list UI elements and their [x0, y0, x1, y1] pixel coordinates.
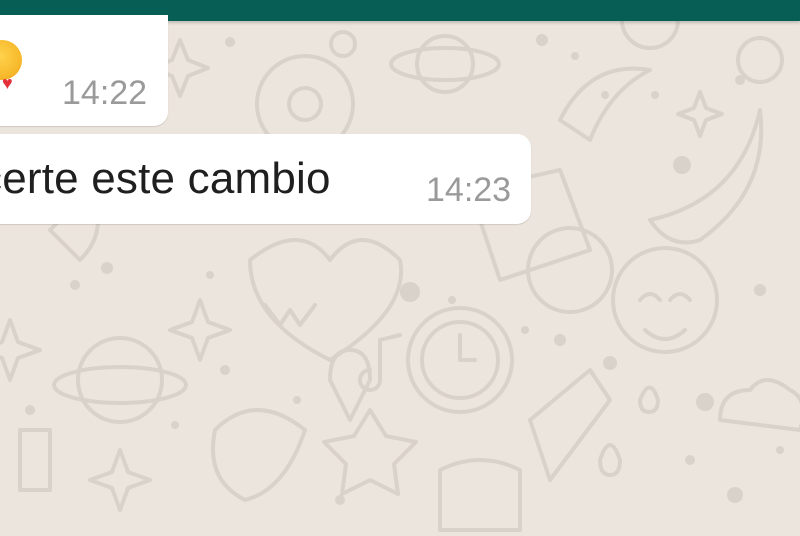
heart-icon: ♥ — [2, 73, 13, 93]
message-timestamp: 14:22 — [62, 74, 148, 112]
message-text: certe este cambio — [0, 154, 331, 203]
message-timestamp: 14:23 — [426, 171, 512, 209]
